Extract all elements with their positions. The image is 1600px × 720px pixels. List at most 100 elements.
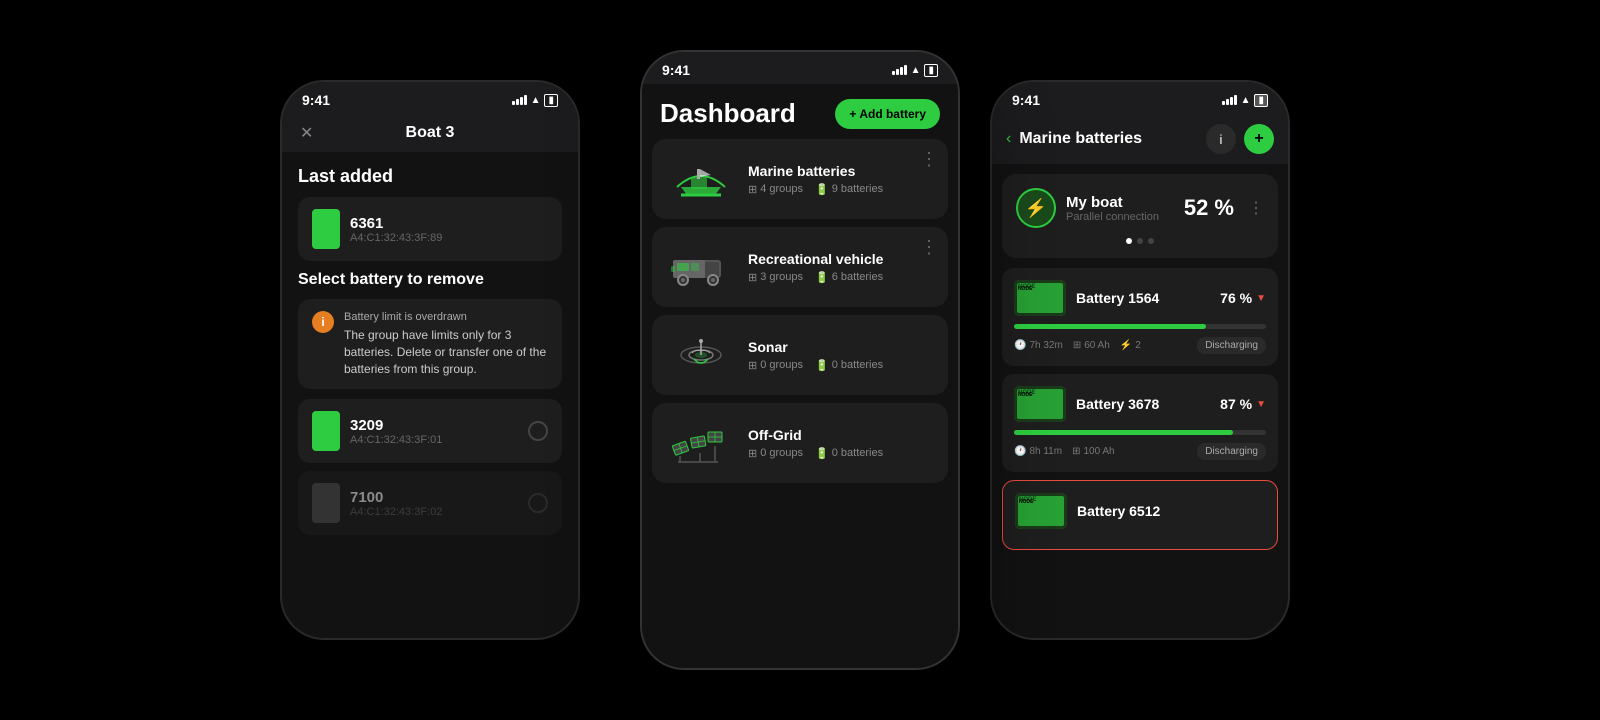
left-content: Last added 6361 A4:C1:32:43:3F:89 Select… xyxy=(282,152,578,557)
marine-more-icon[interactable]: ⋮ xyxy=(920,149,938,170)
battery-3678-top: NODE Battery 3678 87 % ▼ xyxy=(1014,386,1266,422)
my-boat-connection: Parallel connection xyxy=(1066,211,1174,223)
wifi-icon: ▲ xyxy=(911,65,921,76)
warning-card: i Battery limit is overdrawn The group h… xyxy=(298,299,562,389)
boat-power-icon: ⚡ xyxy=(1016,188,1056,228)
marine-card-title: Marine batteries xyxy=(748,163,934,179)
rv-card[interactable]: Recreational vehicle ⊞ 3 groups 🔋 6 batt… xyxy=(652,227,948,307)
battery-6512-name: Battery 6512 xyxy=(1077,503,1265,519)
radio-button-1[interactable] xyxy=(528,421,548,441)
left-signal-icon xyxy=(512,95,527,105)
battery-6512-top: NODE Battery 6512 xyxy=(1015,493,1265,529)
marine-card-info: Marine batteries ⊞ 4 groups 🔋 9 batterie… xyxy=(748,163,934,196)
battery-3678-thumb: NODE xyxy=(1014,386,1066,422)
right-signal-icon xyxy=(1222,95,1237,105)
rv-icon-area xyxy=(666,241,736,293)
right-wifi-icon: ▲ xyxy=(1241,95,1251,106)
marine-icon-area xyxy=(666,153,736,205)
offgrid-icon-area xyxy=(666,417,736,469)
marine-card-meta: ⊞ 4 groups 🔋 9 batteries xyxy=(748,183,934,196)
my-boat-info: My boat Parallel connection xyxy=(1066,194,1174,223)
sonar-card-title: Sonar xyxy=(748,339,934,355)
radio-button-2[interactable] xyxy=(528,493,548,513)
offgrid-card[interactable]: Off-Grid ⊞ 0 groups 🔋 0 batteries xyxy=(652,403,948,483)
selectable-battery-1[interactable]: 3209 A4:C1:32:43:3F:01 xyxy=(298,399,562,463)
center-screen: 9:41 ▲ ▮ Dashboard + Add battery xyxy=(642,52,958,668)
battery-6512-card[interactable]: NODE Battery 6512 xyxy=(1002,480,1278,550)
my-boat-more-icon[interactable]: ⋮ xyxy=(1248,198,1264,218)
marine-batteries-card[interactable]: Marine batteries ⊞ 4 groups 🔋 9 batterie… xyxy=(652,139,948,219)
rv-batteries: 🔋 6 batteries xyxy=(815,271,883,284)
offgrid-card-info: Off-Grid ⊞ 0 groups 🔋 0 batteries xyxy=(748,427,934,460)
battery-green-indicator xyxy=(312,209,340,249)
dot-2 xyxy=(1137,238,1143,244)
discharge-arrow-3678: ▼ xyxy=(1256,399,1266,410)
sel-bat-1-indicator xyxy=(312,411,340,451)
rv-icon xyxy=(667,246,735,288)
rv-groups-icon: ⊞ xyxy=(748,271,757,284)
last-added-label: Last added xyxy=(298,166,562,187)
warning-title: Battery limit is overdrawn xyxy=(344,311,548,323)
svg-text:NODE: NODE xyxy=(1019,499,1034,505)
battery-1564-card[interactable]: NODE Battery 1564 76 % ▼ 🕐 7h 32m xyxy=(1002,268,1278,366)
my-boat-top: ⚡ My boat Parallel connection 52 % ⋮ xyxy=(1016,188,1264,228)
rv-more-icon[interactable]: ⋮ xyxy=(920,237,938,258)
rv-card-title: Recreational vehicle xyxy=(748,251,934,267)
battery-1564-meta: 🕐 7h 32m ⊞ 60 Ah ⚡ 2 Discharging xyxy=(1014,337,1266,354)
my-boat-card: ⚡ My boat Parallel connection 52 % ⋮ xyxy=(1002,174,1278,258)
battery-3678-time: 🕐 8h 11m xyxy=(1014,446,1062,457)
info-button[interactable]: i xyxy=(1206,124,1236,154)
right-header-title: Marine batteries xyxy=(1019,130,1198,148)
right-status-icons: ▲ ▮ xyxy=(1222,94,1268,107)
battery-3678-progress-bg xyxy=(1014,430,1266,435)
offgrid-groups: ⊞ 0 groups xyxy=(748,447,803,460)
right-status-bar: 9:41 ▲ ▮ xyxy=(992,82,1288,114)
center-status-icons: ▲ ▮ xyxy=(892,64,938,77)
battery-3678-name: Battery 3678 xyxy=(1076,396,1210,412)
add-group-button[interactable]: + xyxy=(1244,124,1274,154)
sel-bat-2-name: 7100 xyxy=(350,489,442,506)
left-header: ✕ Boat 3 xyxy=(282,114,578,152)
sonar-card[interactable]: Sonar ⊞ 0 groups 🔋 0 batteries xyxy=(652,315,948,395)
dashboard-card-list: Marine batteries ⊞ 4 groups 🔋 9 batterie… xyxy=(642,139,958,483)
sonar-batteries: 🔋 0 batteries xyxy=(815,359,883,372)
right-battery-icon: ▮ xyxy=(1254,94,1268,107)
rv-groups: ⊞ 3 groups xyxy=(748,271,803,284)
dashboard-title: Dashboard xyxy=(660,98,796,129)
offgrid-card-title: Off-Grid xyxy=(748,427,934,443)
battery-1564-name: Battery 1564 xyxy=(1076,290,1210,306)
battery-1564-cells: ⚡ 2 xyxy=(1120,340,1141,351)
my-boat-name: My boat xyxy=(1066,194,1174,211)
marine-batteries: 🔋 9 batteries xyxy=(815,183,883,196)
offgrid-icon xyxy=(670,418,732,468)
left-status-bar: 9:41 ▲ ▮ xyxy=(282,82,578,114)
dashboard-header: Dashboard + Add battery xyxy=(642,84,958,139)
close-button[interactable]: ✕ xyxy=(300,123,313,143)
offgrid-card-meta: ⊞ 0 groups 🔋 0 batteries xyxy=(748,447,934,460)
sonar-card-info: Sonar ⊞ 0 groups 🔋 0 batteries xyxy=(748,339,934,372)
last-battery-mac: A4:C1:32:43:3F:89 xyxy=(350,232,442,244)
selectable-battery-2[interactable]: 7100 A4:C1:32:43:3F:02 xyxy=(298,471,562,535)
sel-bat-2-info: 7100 A4:C1:32:43:3F:02 xyxy=(350,489,442,518)
sel-bat-2-mac: A4:C1:32:43:3F:02 xyxy=(350,506,442,518)
battery-3678-card[interactable]: NODE Battery 3678 87 % ▼ 🕐 8h 11m xyxy=(1002,374,1278,472)
warning-body: The group have limits only for 3 batteri… xyxy=(344,327,548,377)
left-status-time: 9:41 xyxy=(302,92,330,108)
center-status-bar: 9:41 ▲ ▮ xyxy=(642,52,958,84)
rv-battery-icon: 🔋 xyxy=(815,271,829,284)
battery-icon: ▮ xyxy=(924,64,938,77)
battery-3678-pct: 87 % ▼ xyxy=(1220,396,1266,412)
sonar-icon-area xyxy=(666,329,736,381)
battery-1564-thumb: NODE xyxy=(1014,280,1066,316)
left-battery-icon: ▮ xyxy=(544,94,558,107)
last-added-battery-row: 6361 A4:C1:32:43:3F:89 xyxy=(298,197,562,261)
battery-3678-meta: 🕐 8h 11m ⊞ 100 Ah Discharging xyxy=(1014,443,1266,460)
battery-3678-status: Discharging xyxy=(1197,443,1266,460)
battery-1564-capacity: ⊞ 60 Ah xyxy=(1073,340,1110,351)
back-button[interactable]: ‹ xyxy=(1006,130,1011,148)
groups-icon: ⊞ xyxy=(748,183,757,196)
left-header-title: Boat 3 xyxy=(406,124,455,142)
sonar-card-meta: ⊞ 0 groups 🔋 0 batteries xyxy=(748,359,934,372)
svg-text:NODE: NODE xyxy=(1018,286,1033,292)
add-battery-button[interactable]: + Add battery xyxy=(835,99,940,129)
